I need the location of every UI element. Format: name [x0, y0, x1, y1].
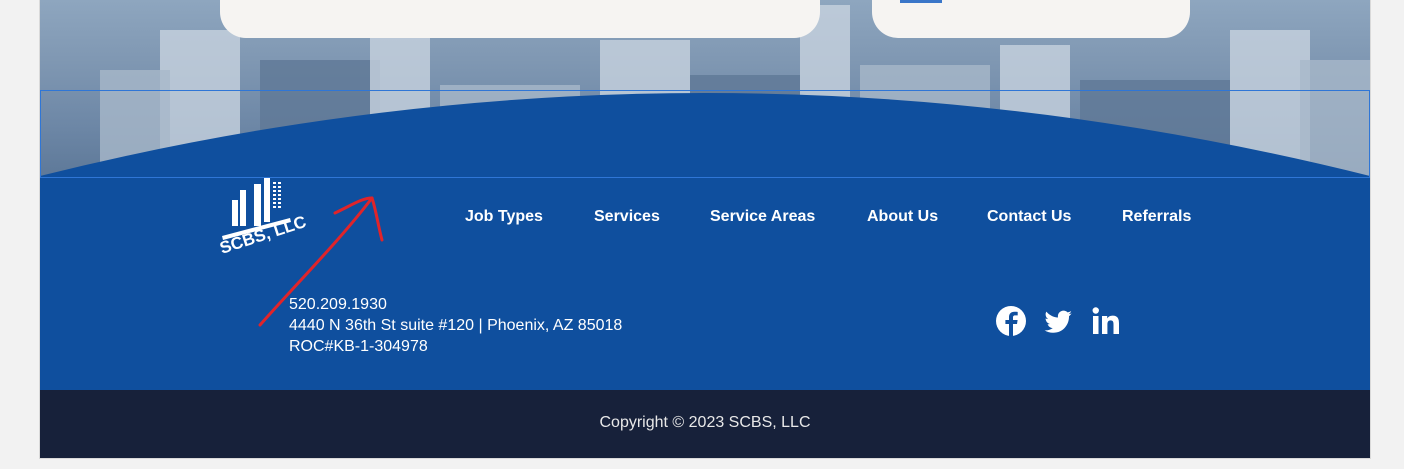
contact-info: 520.209.1930 4440 N 36th St suite #120 |…: [289, 294, 622, 357]
address: 4440 N 36th St suite #120 | Phoenix, AZ …: [289, 317, 623, 334]
footer-nav: Job Types Services Service Areas About U…: [40, 208, 1370, 230]
nav-services[interactable]: Services: [594, 208, 660, 226]
license-number: ROC#KB-1-304978: [289, 338, 428, 355]
linkedin-icon[interactable]: [1090, 305, 1122, 337]
copyright-text: Copyright © 2023 SCBS, LLC: [599, 414, 811, 431]
partner-logo: [900, 0, 942, 3]
facebook-icon[interactable]: [995, 305, 1027, 337]
phone-number[interactable]: 520.209.1930: [289, 294, 622, 315]
partners-card: [872, 0, 1190, 38]
page-frame: SCBS, LLC Job Types Services Service Are…: [39, 0, 1371, 459]
feature-card: [220, 0, 820, 38]
nav-service-areas[interactable]: Service Areas: [710, 208, 815, 226]
nav-contact-us[interactable]: Contact Us: [987, 208, 1071, 226]
nav-referrals[interactable]: Referrals: [1122, 208, 1191, 226]
nav-job-types[interactable]: Job Types: [465, 208, 543, 226]
twitter-icon[interactable]: [1042, 305, 1074, 337]
nav-about-us[interactable]: About Us: [867, 208, 938, 226]
section-outline: [40, 90, 1370, 178]
